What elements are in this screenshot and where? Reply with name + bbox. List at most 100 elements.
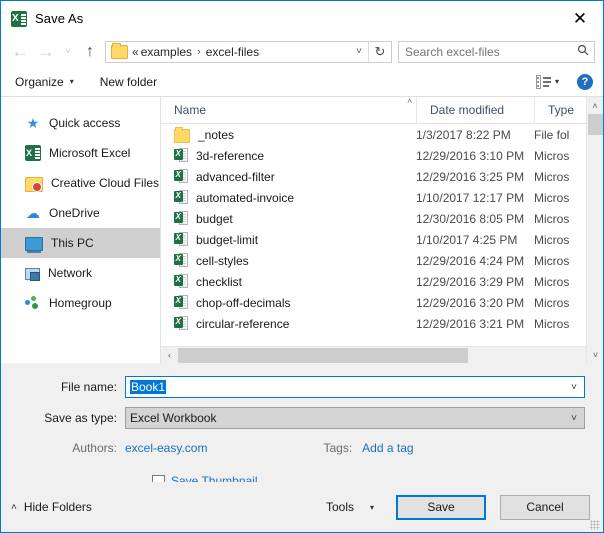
sidebar-item-quick-access[interactable]: ★ Quick access [1, 108, 160, 138]
horizontal-scrollbar[interactable]: ‹ › [161, 346, 603, 363]
chevron-down-icon[interactable]: ˅ [564, 382, 584, 393]
horizontal-scroll-thumb[interactable] [178, 348, 468, 363]
vertical-scrollbar[interactable]: ˄ ˅ [586, 97, 603, 363]
breadcrumb-overflow[interactable]: « [132, 45, 139, 59]
sidebar-item-network[interactable]: Network [1, 258, 160, 288]
breadcrumb-item-excel-files[interactable]: excel-files [206, 45, 259, 59]
file-list-pane: Name Date modified Type ˄ _notes 1/3/201… [161, 97, 603, 363]
sidebar-item-label: Homegroup [49, 296, 112, 310]
forward-icon[interactable]: → [33, 39, 59, 65]
column-header-name[interactable]: Name [161, 97, 416, 123]
hide-folders-button[interactable]: ˄ Hide Folders [11, 500, 92, 514]
search-input[interactable] [399, 44, 572, 60]
close-icon[interactable]: ✕ [557, 1, 603, 36]
excel-icon [11, 11, 27, 27]
cancel-button[interactable]: Cancel [500, 495, 590, 520]
table-row[interactable]: advanced-filter 12/29/2016 3:25 PM Micro… [161, 166, 603, 187]
file-name-label: budget-limit [196, 233, 258, 247]
table-row[interactable]: 3d-reference 12/29/2016 3:10 PM Micros [161, 145, 603, 166]
file-name-label: checklist [196, 275, 242, 289]
sidebar-item-label: This PC [51, 236, 94, 250]
date-modified-cell: 12/29/2016 4:24 PM [416, 254, 534, 268]
search-box[interactable] [398, 41, 595, 63]
horizontal-scroll-track[interactable] [178, 347, 586, 364]
sort-ascending-icon: ˄ [407, 96, 412, 106]
table-row[interactable]: budget 12/30/2016 8:05 PM Micros [161, 208, 603, 229]
chevron-right-icon: › [197, 46, 201, 58]
type-cell: Micros [534, 275, 584, 289]
column-header-type[interactable]: Type [534, 97, 584, 123]
help-icon[interactable]: ? [577, 74, 593, 90]
chevron-down-icon[interactable]: ˅ [564, 413, 584, 424]
save-as-type-select[interactable]: Excel Workbook ˅ [125, 407, 585, 429]
file-name-label: chop-off-decimals [196, 296, 291, 310]
breadcrumb: « examples › excel-files [132, 45, 350, 59]
chevron-down-icon[interactable]: ▾ [555, 77, 559, 86]
folder-icon [174, 129, 190, 143]
sidebar-item-microsoft-excel[interactable]: Microsoft Excel [1, 138, 160, 168]
sidebar-item-this-pc[interactable]: This PC [1, 228, 160, 258]
save-as-type-label: Save as type: [1, 411, 125, 425]
file-name-label: 3d-reference [196, 149, 264, 163]
file-name-value[interactable]: Book1 [126, 380, 564, 394]
table-row[interactable]: cell-styles 12/29/2016 4:24 PM Micros [161, 250, 603, 271]
computer-icon [25, 237, 43, 251]
organize-button[interactable]: Organize ▾ [15, 75, 74, 89]
sidebar-item-homegroup[interactable]: Homegroup [1, 288, 160, 318]
star-icon: ★ [25, 115, 41, 131]
sidebar-item-onedrive[interactable]: ☁ OneDrive [1, 198, 160, 228]
excel-file-icon [174, 253, 188, 268]
tags-label: Tags: [323, 441, 352, 455]
tools-button[interactable]: Tools ▾ [326, 500, 374, 514]
authors-value[interactable]: excel-easy.com [125, 441, 207, 455]
type-cell: Micros [534, 254, 584, 268]
new-folder-label: New folder [100, 75, 157, 89]
scroll-down-icon[interactable]: ˅ [587, 346, 604, 363]
table-row[interactable]: automated-invoice 1/10/2017 12:17 PM Mic… [161, 187, 603, 208]
new-folder-button[interactable]: New folder [100, 75, 157, 89]
date-modified-cell: 12/30/2016 8:05 PM [416, 212, 534, 226]
view-layout-icon[interactable] [536, 75, 552, 89]
resize-grip[interactable] [590, 520, 600, 530]
column-header-date-modified[interactable]: Date modified [416, 97, 534, 123]
address-bar[interactable]: « examples › excel-files ˅ ↻ [105, 41, 392, 63]
date-modified-cell: 12/29/2016 3:21 PM [416, 317, 534, 331]
table-row[interactable]: budget-limit 1/10/2017 4:25 PM Micros [161, 229, 603, 250]
sidebar-item-label: OneDrive [49, 206, 100, 220]
table-row[interactable]: checklist 12/29/2016 3:29 PM Micros [161, 271, 603, 292]
date-modified-cell: 12/29/2016 3:10 PM [416, 149, 534, 163]
creative-cloud-icon [25, 177, 43, 192]
vertical-scroll-thumb[interactable] [588, 114, 603, 135]
save-as-type-value: Excel Workbook [126, 411, 564, 425]
file-name-label: _notes [198, 128, 234, 142]
command-bar: Organize ▾ New folder ▾ ? [1, 67, 603, 97]
excel-file-icon [174, 295, 188, 310]
excel-file-icon [174, 316, 188, 331]
navigation-bar: ← → ˅ ↑ « examples › excel-files ˅ ↻ [1, 36, 603, 67]
scroll-left-icon[interactable]: ‹ [161, 350, 178, 360]
table-row[interactable]: circular-reference 12/29/2016 3:21 PM Mi… [161, 313, 603, 334]
file-list-rows: _notes 1/3/2017 8:22 PM File fol 3d-refe… [161, 124, 603, 346]
type-cell: Micros [534, 317, 584, 331]
file-name-label: budget [196, 212, 233, 226]
sidebar-item-creative-cloud-files[interactable]: Creative Cloud Files [1, 168, 160, 198]
file-name-label: automated-invoice [196, 191, 294, 205]
search-icon[interactable] [572, 44, 594, 59]
file-name-label: File name: [1, 380, 125, 394]
add-a-tag-link[interactable]: Add a tag [362, 441, 413, 455]
refresh-icon[interactable]: ↻ [368, 42, 391, 62]
file-name-input[interactable]: Book1 ˅ [125, 376, 585, 398]
type-cell: Micros [534, 233, 584, 247]
breadcrumb-item-examples[interactable]: examples [141, 45, 192, 59]
chevron-up-icon: ˄ [11, 502, 17, 513]
table-row[interactable]: chop-off-decimals 12/29/2016 3:20 PM Mic… [161, 292, 603, 313]
scroll-up-icon[interactable]: ˄ [587, 97, 603, 114]
type-cell: Micros [534, 170, 584, 184]
chevron-down-icon[interactable]: ˅ [350, 46, 368, 57]
save-button[interactable]: Save [396, 495, 486, 520]
history-dropdown-icon[interactable]: ˅ [59, 39, 77, 65]
organize-label: Organize [15, 75, 64, 89]
table-row[interactable]: _notes 1/3/2017 8:22 PM File fol [161, 124, 603, 145]
up-icon[interactable]: ↑ [77, 39, 103, 65]
back-icon[interactable]: ← [7, 39, 33, 65]
